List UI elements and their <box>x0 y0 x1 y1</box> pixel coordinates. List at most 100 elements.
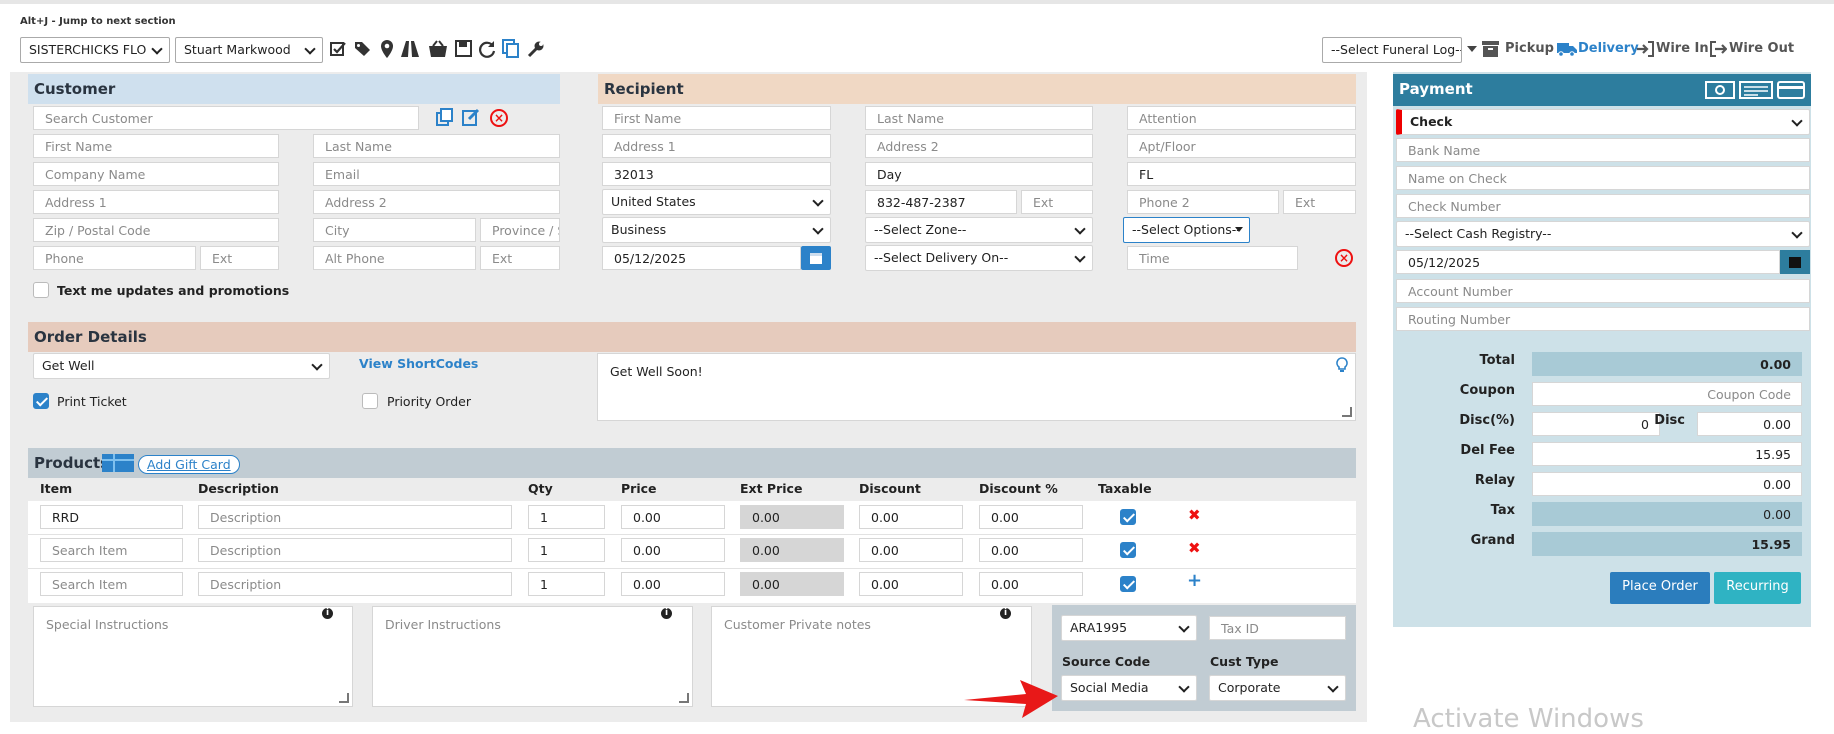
cust-type-select[interactable]: Corporate <box>1209 675 1346 701</box>
recipient-ext[interactable]: Ext <box>1021 190 1093 214</box>
priority-order-checkbox[interactable] <box>362 393 378 409</box>
taxable-checkbox[interactable] <box>1120 509 1136 525</box>
discount-pct-input[interactable]: 0.00 <box>979 572 1083 596</box>
item-input[interactable]: Search Item <box>40 538 183 562</box>
user-select[interactable]: Stuart Markwood <box>175 37 323 63</box>
item-input[interactable]: Search Item <box>40 572 183 596</box>
price-input[interactable]: 0.00 <box>621 538 725 562</box>
copy-customer-icon[interactable] <box>436 108 454 126</box>
customer-phone[interactable]: Phone <box>33 246 196 270</box>
del-fee-input[interactable]: 15.95 <box>1532 442 1802 466</box>
recipient-apt[interactable]: Apt/Floor <box>1127 134 1356 158</box>
edit-customer-icon[interactable] <box>462 108 480 126</box>
cash-registry-select[interactable]: --Select Cash Registry-- <box>1396 221 1810 247</box>
lightbulb-icon[interactable] <box>1336 357 1348 373</box>
payment-method-select[interactable]: Check <box>1396 109 1810 135</box>
discount-input[interactable]: 0.00 <box>859 505 963 529</box>
discount-pct-input[interactable]: 0.00 <box>979 538 1083 562</box>
road-icon[interactable] <box>400 40 420 58</box>
recurring-button[interactable]: Recurring <box>1714 572 1801 604</box>
wire-out-button[interactable]: Wire Out <box>1729 41 1794 56</box>
relay-input[interactable]: 0.00 <box>1532 472 1802 496</box>
price-input[interactable]: 0.00 <box>621 572 725 596</box>
discount-input[interactable]: 0.00 <box>859 572 963 596</box>
view-shortcodes-link[interactable]: View ShortCodes <box>359 356 478 371</box>
recipient-first-name[interactable]: First Name <box>602 106 831 130</box>
customer-address2[interactable]: Address 2 <box>313 190 560 214</box>
location-type-select[interactable]: Business <box>602 217 831 243</box>
customer-zip[interactable]: Zip / Postal Code <box>33 218 279 242</box>
name-on-check-input[interactable]: Name on Check <box>1396 166 1810 190</box>
taxable-checkbox[interactable] <box>1120 542 1136 558</box>
clear-customer-icon[interactable]: × <box>490 109 508 127</box>
customer-alt-ext[interactable]: Ext <box>480 246 560 270</box>
check-list-icon[interactable] <box>329 40 347 58</box>
customer-address1[interactable]: Address 1 <box>33 190 279 214</box>
basket-icon[interactable] <box>428 40 448 58</box>
recipient-date[interactable]: 05/12/2025 <box>602 246 801 270</box>
refresh-icon[interactable] <box>478 40 496 58</box>
options-select[interactable]: --Select Options-- <box>1123 217 1250 243</box>
recipient-country-select[interactable]: United States <box>602 189 831 215</box>
customer-first-name[interactable]: First Name <box>33 134 279 158</box>
disc-pct-input[interactable]: 0 <box>1532 412 1660 436</box>
print-ticket-checkbox[interactable] <box>33 393 49 409</box>
customer-city[interactable]: City <box>313 218 476 242</box>
discount-pct-input[interactable]: 0.00 <box>979 505 1083 529</box>
save-icon[interactable] <box>455 40 472 57</box>
source-code-select[interactable]: Social Media <box>1061 675 1197 701</box>
cash-icon[interactable] <box>1705 80 1735 100</box>
recipient-address1[interactable]: Address 1 <box>602 134 831 158</box>
recipient-attention[interactable]: Attention <box>1127 106 1356 130</box>
description-input[interactable]: Description <box>198 505 512 529</box>
customer-ext[interactable]: Ext <box>200 246 279 270</box>
zone-select[interactable]: --Select Zone-- <box>865 217 1093 243</box>
resize-grip[interactable] <box>679 693 689 703</box>
driver-instructions[interactable]: Driver Instructions <box>372 606 693 707</box>
delivery-button[interactable]: Delivery <box>1578 41 1639 56</box>
map-marker-icon[interactable] <box>380 39 394 59</box>
account-number-input[interactable]: Account Number <box>1396 279 1810 303</box>
customer-company[interactable]: Company Name <box>33 162 279 186</box>
chevron-down-icon[interactable] <box>1467 46 1477 53</box>
special-instructions[interactable]: Special Instructions <box>33 606 353 707</box>
resize-grip[interactable] <box>339 693 349 703</box>
add-row-icon[interactable]: + <box>1187 570 1202 591</box>
remove-row-icon[interactable]: ✖ <box>1188 539 1201 557</box>
item-input[interactable]: RRD <box>40 505 183 529</box>
coupon-input[interactable]: Coupon Code <box>1532 382 1802 406</box>
remove-row-icon[interactable]: ✖ <box>1188 506 1201 524</box>
store-select[interactable]: SISTERCHICKS FLO <box>20 37 170 63</box>
customer-alt-phone[interactable]: Alt Phone <box>313 246 476 270</box>
qty-input[interactable]: 1 <box>528 538 605 562</box>
customer-province[interactable]: Province / State <box>480 218 560 242</box>
copy-icon[interactable] <box>502 39 520 59</box>
check-number-input[interactable]: Check Number <box>1396 194 1810 218</box>
recipient-address2[interactable]: Address 2 <box>865 134 1093 158</box>
recipient-state[interactable]: FL <box>1127 162 1356 186</box>
place-order-button[interactable]: Place Order <box>1610 572 1710 604</box>
taxable-checkbox[interactable] <box>1120 576 1136 592</box>
add-gift-card-button[interactable]: Add Gift Card <box>138 455 240 474</box>
recipient-phone[interactable]: 832-487-2387 <box>865 190 1017 214</box>
text-me-checkbox[interactable] <box>33 282 49 298</box>
funeral-log-select[interactable]: --Select Funeral Log-- <box>1322 37 1462 63</box>
tags-icon[interactable] <box>353 40 373 58</box>
wrench-icon[interactable] <box>527 40 545 58</box>
wire-in-button[interactable]: Wire In <box>1656 41 1709 56</box>
customer-email[interactable]: Email <box>313 162 560 186</box>
clear-delivery-icon[interactable]: × <box>1335 249 1353 267</box>
qty-input[interactable]: 1 <box>528 572 605 596</box>
payment-date[interactable]: 05/12/2025 <box>1396 250 1780 274</box>
discount-input[interactable]: 0.00 <box>859 538 963 562</box>
recipient-ext2[interactable]: Ext <box>1283 190 1356 214</box>
occasion-select[interactable]: Get Well <box>33 353 330 379</box>
routing-number-input[interactable]: Routing Number <box>1396 307 1810 331</box>
recipient-zip[interactable]: 32013 <box>602 162 831 186</box>
recipient-phone2[interactable]: Phone 2 <box>1127 190 1279 214</box>
delivery-on-select[interactable]: --Select Delivery On-- <box>865 245 1093 271</box>
customer-last-name[interactable]: Last Name <box>313 134 560 158</box>
credit-card-icon[interactable] <box>1777 80 1805 100</box>
qty-input[interactable]: 1 <box>528 505 605 529</box>
account-select[interactable]: ARA1995 <box>1061 615 1197 641</box>
